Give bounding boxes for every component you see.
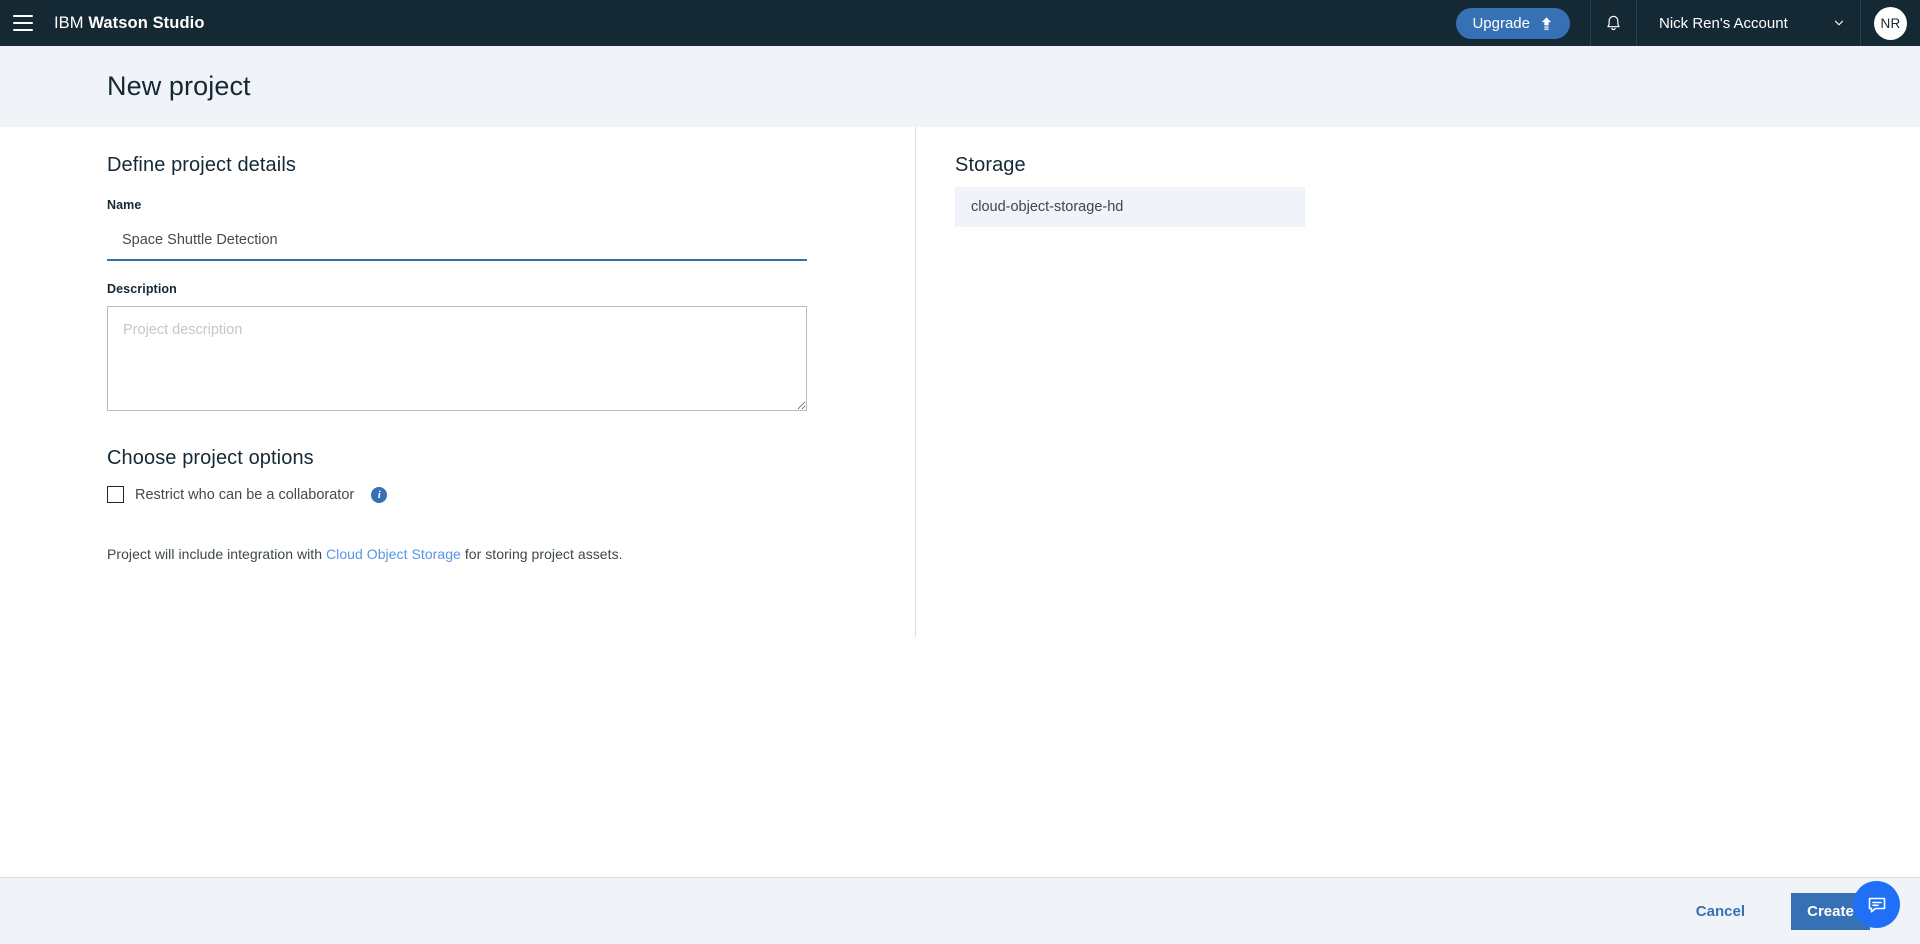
account-switcher[interactable]: Nick Ren's Account (1636, 0, 1860, 46)
notifications-button[interactable] (1590, 0, 1636, 46)
choose-project-options-heading: Choose project options (107, 447, 314, 469)
restrict-collaborator-row: Restrict who can be a collaborator i (107, 486, 807, 503)
storage-heading: Storage (955, 154, 1026, 176)
upgrade-arrow-icon (1541, 16, 1552, 30)
hamburger-line (13, 15, 33, 17)
upgrade-button-label: Upgrade (1472, 14, 1530, 32)
restrict-collaborator-label[interactable]: Restrict who can be a collaborator (135, 487, 354, 503)
helper-text-before: Project will include integration with (107, 546, 327, 562)
storage-panel: Storage cloud-object-storage-hd (955, 127, 1315, 227)
account-name-label: Nick Ren's Account (1659, 14, 1788, 32)
bell-icon (1607, 15, 1620, 30)
page-title: New project (107, 71, 251, 101)
chat-support-button[interactable] (1853, 881, 1900, 928)
storage-instance-item[interactable]: cloud-object-storage-hd (955, 187, 1305, 227)
cancel-button[interactable]: Cancel (1678, 893, 1763, 930)
page-title-band: New project (0, 46, 1920, 127)
project-name-input[interactable] (107, 220, 807, 261)
brand-logo[interactable]: IBM Watson Studio (54, 14, 205, 33)
description-field-label: Description (107, 282, 177, 296)
hamburger-menu-icon[interactable] (0, 0, 46, 46)
brand-product-name: Watson Studio (88, 13, 205, 32)
define-project-details-heading: Define project details (107, 154, 296, 176)
name-field-label: Name (107, 198, 142, 212)
chevron-down-icon (1834, 20, 1844, 26)
avatar: NR (1874, 6, 1907, 40)
new-project-page: IBM Watson Studio Upgrade Nick Ren's Acc… (0, 0, 1920, 944)
vertical-divider (915, 127, 916, 637)
user-avatar-button[interactable]: NR (1860, 0, 1920, 46)
brand-prefix: IBM (54, 13, 84, 32)
cloud-object-storage-link[interactable]: Cloud Object Storage (326, 546, 461, 562)
hamburger-line (13, 22, 33, 24)
footer-action-bar: Cancel Create (0, 877, 1920, 944)
top-header: IBM Watson Studio Upgrade Nick Ren's Acc… (0, 0, 1920, 46)
project-details-form: Define project details Name Description … (107, 127, 807, 562)
restrict-collaborator-checkbox[interactable] (107, 486, 124, 503)
helper-text-after: for storing project assets. (460, 546, 623, 562)
upgrade-button[interactable]: Upgrade (1456, 7, 1570, 39)
hamburger-line (13, 29, 33, 31)
info-icon[interactable]: i (371, 486, 388, 503)
project-description-textarea[interactable] (107, 306, 807, 411)
storage-helper-text: Project will include integration with Cl… (107, 546, 807, 562)
header-right-controls: Upgrade Nick Ren's Account NR (1456, 0, 1920, 46)
storage-instance-name: cloud-object-storage-hd (971, 199, 1124, 215)
main-content: Define project details Name Description … (0, 127, 1920, 877)
chat-bubble-icon (1868, 897, 1885, 912)
